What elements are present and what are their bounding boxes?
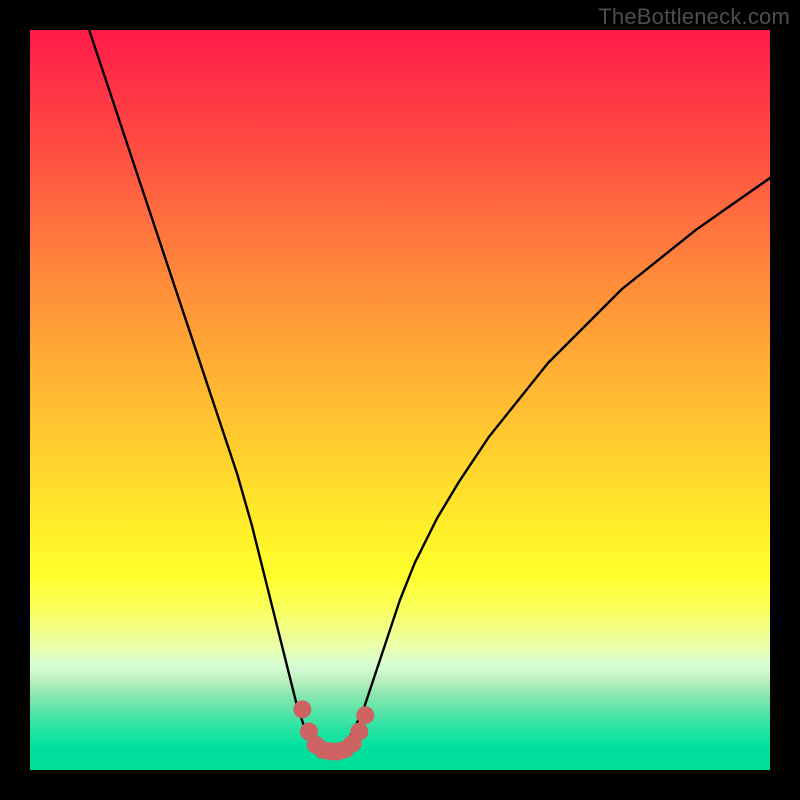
marker-dot <box>356 706 374 724</box>
plot-area <box>30 30 770 770</box>
watermark-text: TheBottleneck.com <box>598 4 790 30</box>
chart-svg <box>30 30 770 770</box>
marker-dot <box>350 723 368 741</box>
optimal-zone-markers <box>293 700 374 760</box>
marker-dot <box>293 700 311 718</box>
bottleneck-curve <box>89 30 770 752</box>
chart-frame: TheBottleneck.com <box>0 0 800 800</box>
